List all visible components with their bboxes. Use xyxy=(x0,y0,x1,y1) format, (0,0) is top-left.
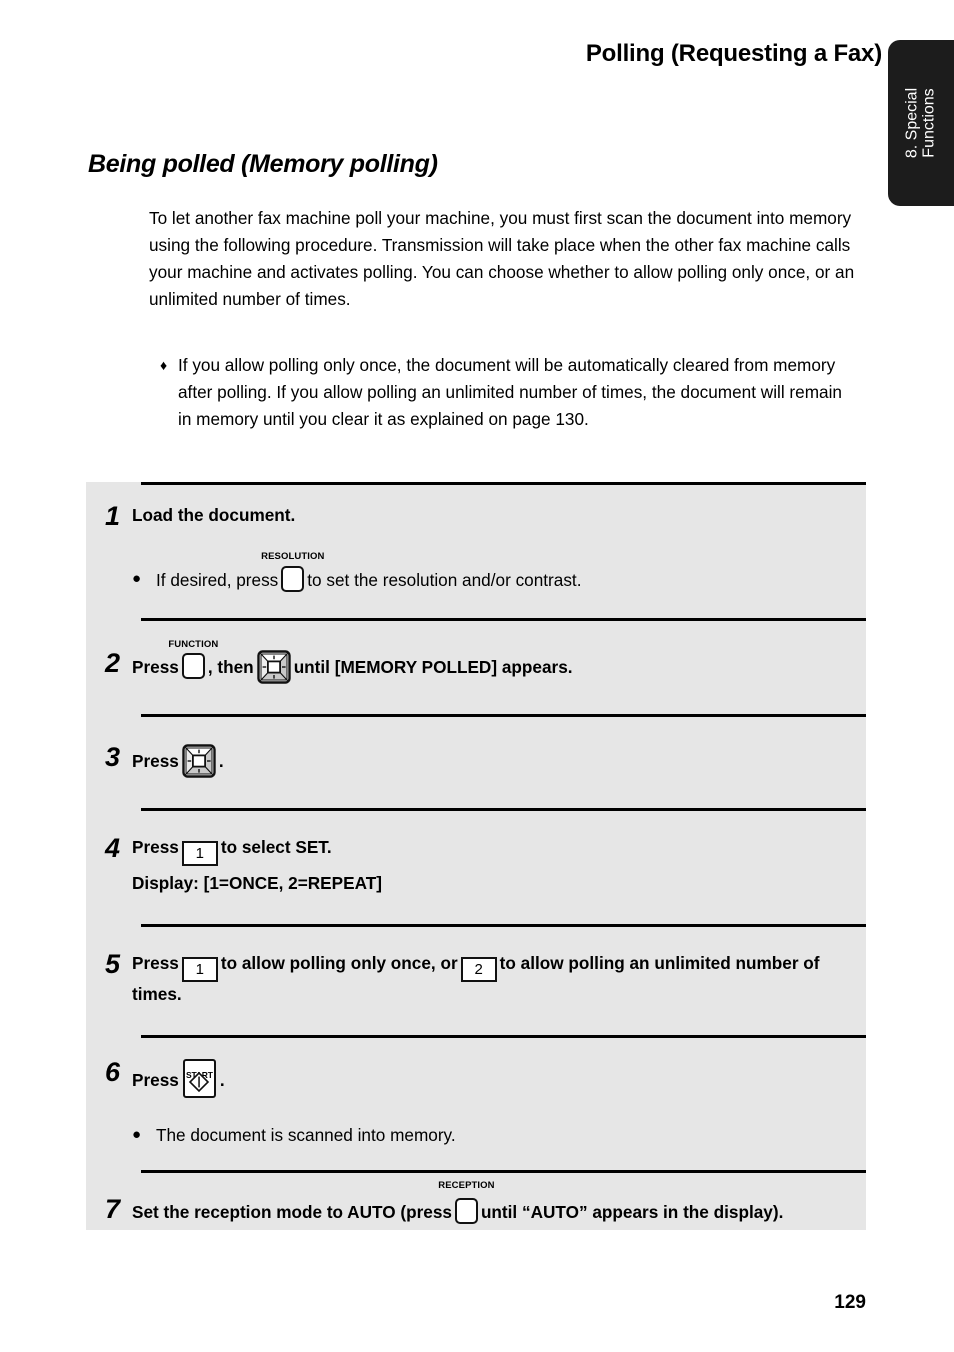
step-3-text-2: . xyxy=(218,751,224,771)
resolution-key-icon[interactable]: RESOLUTION xyxy=(261,551,324,592)
step-7-text: Set the reception mode to AUTO (press REC… xyxy=(132,1180,852,1228)
step-4-number: 4 xyxy=(105,833,121,863)
step-3-text: Press. xyxy=(132,744,852,778)
step-divider xyxy=(141,924,866,927)
step-3-number: 3 xyxy=(105,742,121,772)
step-1-subitem: ● If desired, press RESOLUTION to set the … xyxy=(132,551,852,593)
start-diamond-icon xyxy=(189,1071,210,1093)
step-2-text-1: Press xyxy=(132,657,179,677)
nav-key-icon[interactable] xyxy=(256,650,291,684)
step-7-text-1: Set the reception mode to AUTO (press xyxy=(132,1202,452,1222)
round-bullet-icon: ● xyxy=(132,570,142,587)
procedure-steps-panel: 1 Load the document. ● If desired, press… xyxy=(86,482,866,1230)
step-4-text-2: to select SET. xyxy=(220,837,332,857)
step-4: 4 Press 1 to select SET. Display: [1=ONCE,… xyxy=(86,808,866,924)
note-bullet-text: If you allow polling only once, the docu… xyxy=(178,355,842,429)
step-6-text: PressSTART. xyxy=(132,1059,852,1098)
function-key-label: FUNCTION xyxy=(168,639,219,650)
step-2-number: 2 xyxy=(105,648,121,678)
numeric-key-1-icon[interactable]: 1 xyxy=(181,957,218,982)
step-4-text: Press 1 to select SET. xyxy=(132,835,852,866)
reception-key-icon[interactable]: RECEPTION xyxy=(438,1180,495,1224)
start-key-icon[interactable]: START xyxy=(182,1059,216,1098)
step-6: 6 PressSTART. ● The document is scanned … xyxy=(86,1035,866,1170)
chapter-side-tab-line1: 8. Special xyxy=(903,87,921,159)
step-2: 2 Press FUNCTION , then until [MEMORY POLLE… xyxy=(86,618,866,714)
step-divider xyxy=(141,618,866,621)
step-1-number: 1 xyxy=(105,501,121,531)
diamond-bullet-icon: ♦ xyxy=(160,357,168,373)
step-1: 1 Load the document. ● If desired, press… xyxy=(86,482,866,593)
step-divider xyxy=(141,808,866,811)
step-6-subitem: ● The document is scanned into memory. xyxy=(132,1122,852,1148)
step-5-number: 5 xyxy=(105,949,121,979)
step-1-subtext: If desired, press RESOLUTION to set the re… xyxy=(156,551,852,593)
step-2-text: Press FUNCTION , then until [MEMORY POLLED]… xyxy=(132,639,852,684)
step-6-text-1: Press xyxy=(132,1070,179,1090)
step-1-subtext-pre: If desired, press xyxy=(156,570,279,590)
page-title: Polling (Requesting a Fax) xyxy=(585,40,882,67)
chapter-side-tab-line2: Functions xyxy=(921,88,938,158)
nav-key-icon[interactable] xyxy=(182,744,216,778)
chapter-side-tab-text: 8. Special Functions xyxy=(904,88,939,158)
step-2-text-3: until [MEMORY POLLED] appears. xyxy=(293,657,573,677)
numeric-key-1-icon[interactable]: 1 xyxy=(181,841,218,866)
step-1-subtext-post: to set the resolution and/or contrast. xyxy=(307,570,582,590)
step-5-text-2: to allow polling only once, or xyxy=(220,953,458,973)
reception-key-label: RECEPTION xyxy=(438,1180,495,1191)
round-bullet-icon: ● xyxy=(132,1126,142,1143)
step-3-text-1: Press xyxy=(132,751,179,771)
numeric-key-2-icon[interactable]: 2 xyxy=(460,957,497,982)
step-5-text-1: Press xyxy=(132,953,179,973)
step-4-display-line: Display: [1=ONCE, 2=REPEAT] xyxy=(132,873,382,893)
step-3: 3 Press. xyxy=(86,714,866,808)
function-key-icon[interactable]: FUNCTION xyxy=(168,639,218,679)
note-bullet-item: ♦ If you allow polling only once, the do… xyxy=(160,352,860,433)
step-5-text: Press 1 to allow polling only once, or 2 to … xyxy=(132,951,852,1007)
chapter-side-tab: 8. Special Functions xyxy=(888,40,954,206)
step-divider xyxy=(141,1170,866,1173)
step-5: 5 Press 1 to allow polling only once, or 2 t… xyxy=(86,924,866,1035)
step-divider xyxy=(141,482,866,485)
page-number: 129 xyxy=(834,1292,866,1313)
step-6-number: 6 xyxy=(105,1057,121,1087)
resolution-key-label: RESOLUTION xyxy=(261,551,325,562)
step-7: 7 Set the reception mode to AUTO (press R… xyxy=(86,1170,866,1228)
step-2-text-2: , then xyxy=(207,657,254,677)
step-divider xyxy=(141,1035,866,1038)
intro-paragraph: To let another fax machine poll your mac… xyxy=(149,208,855,309)
step-4-text-1: Press xyxy=(132,837,179,857)
step-6-subtext: The document is scanned into memory. xyxy=(156,1125,456,1145)
step-divider xyxy=(141,714,866,717)
section-heading: Being polled (Memory polling) xyxy=(88,150,438,178)
step-1-title: Load the document. xyxy=(132,505,296,525)
step-7-number: 7 xyxy=(105,1194,121,1224)
step-7-text-2: until “AUTO” appears in the display). xyxy=(480,1202,784,1222)
step-6-text-2: . xyxy=(219,1070,225,1090)
